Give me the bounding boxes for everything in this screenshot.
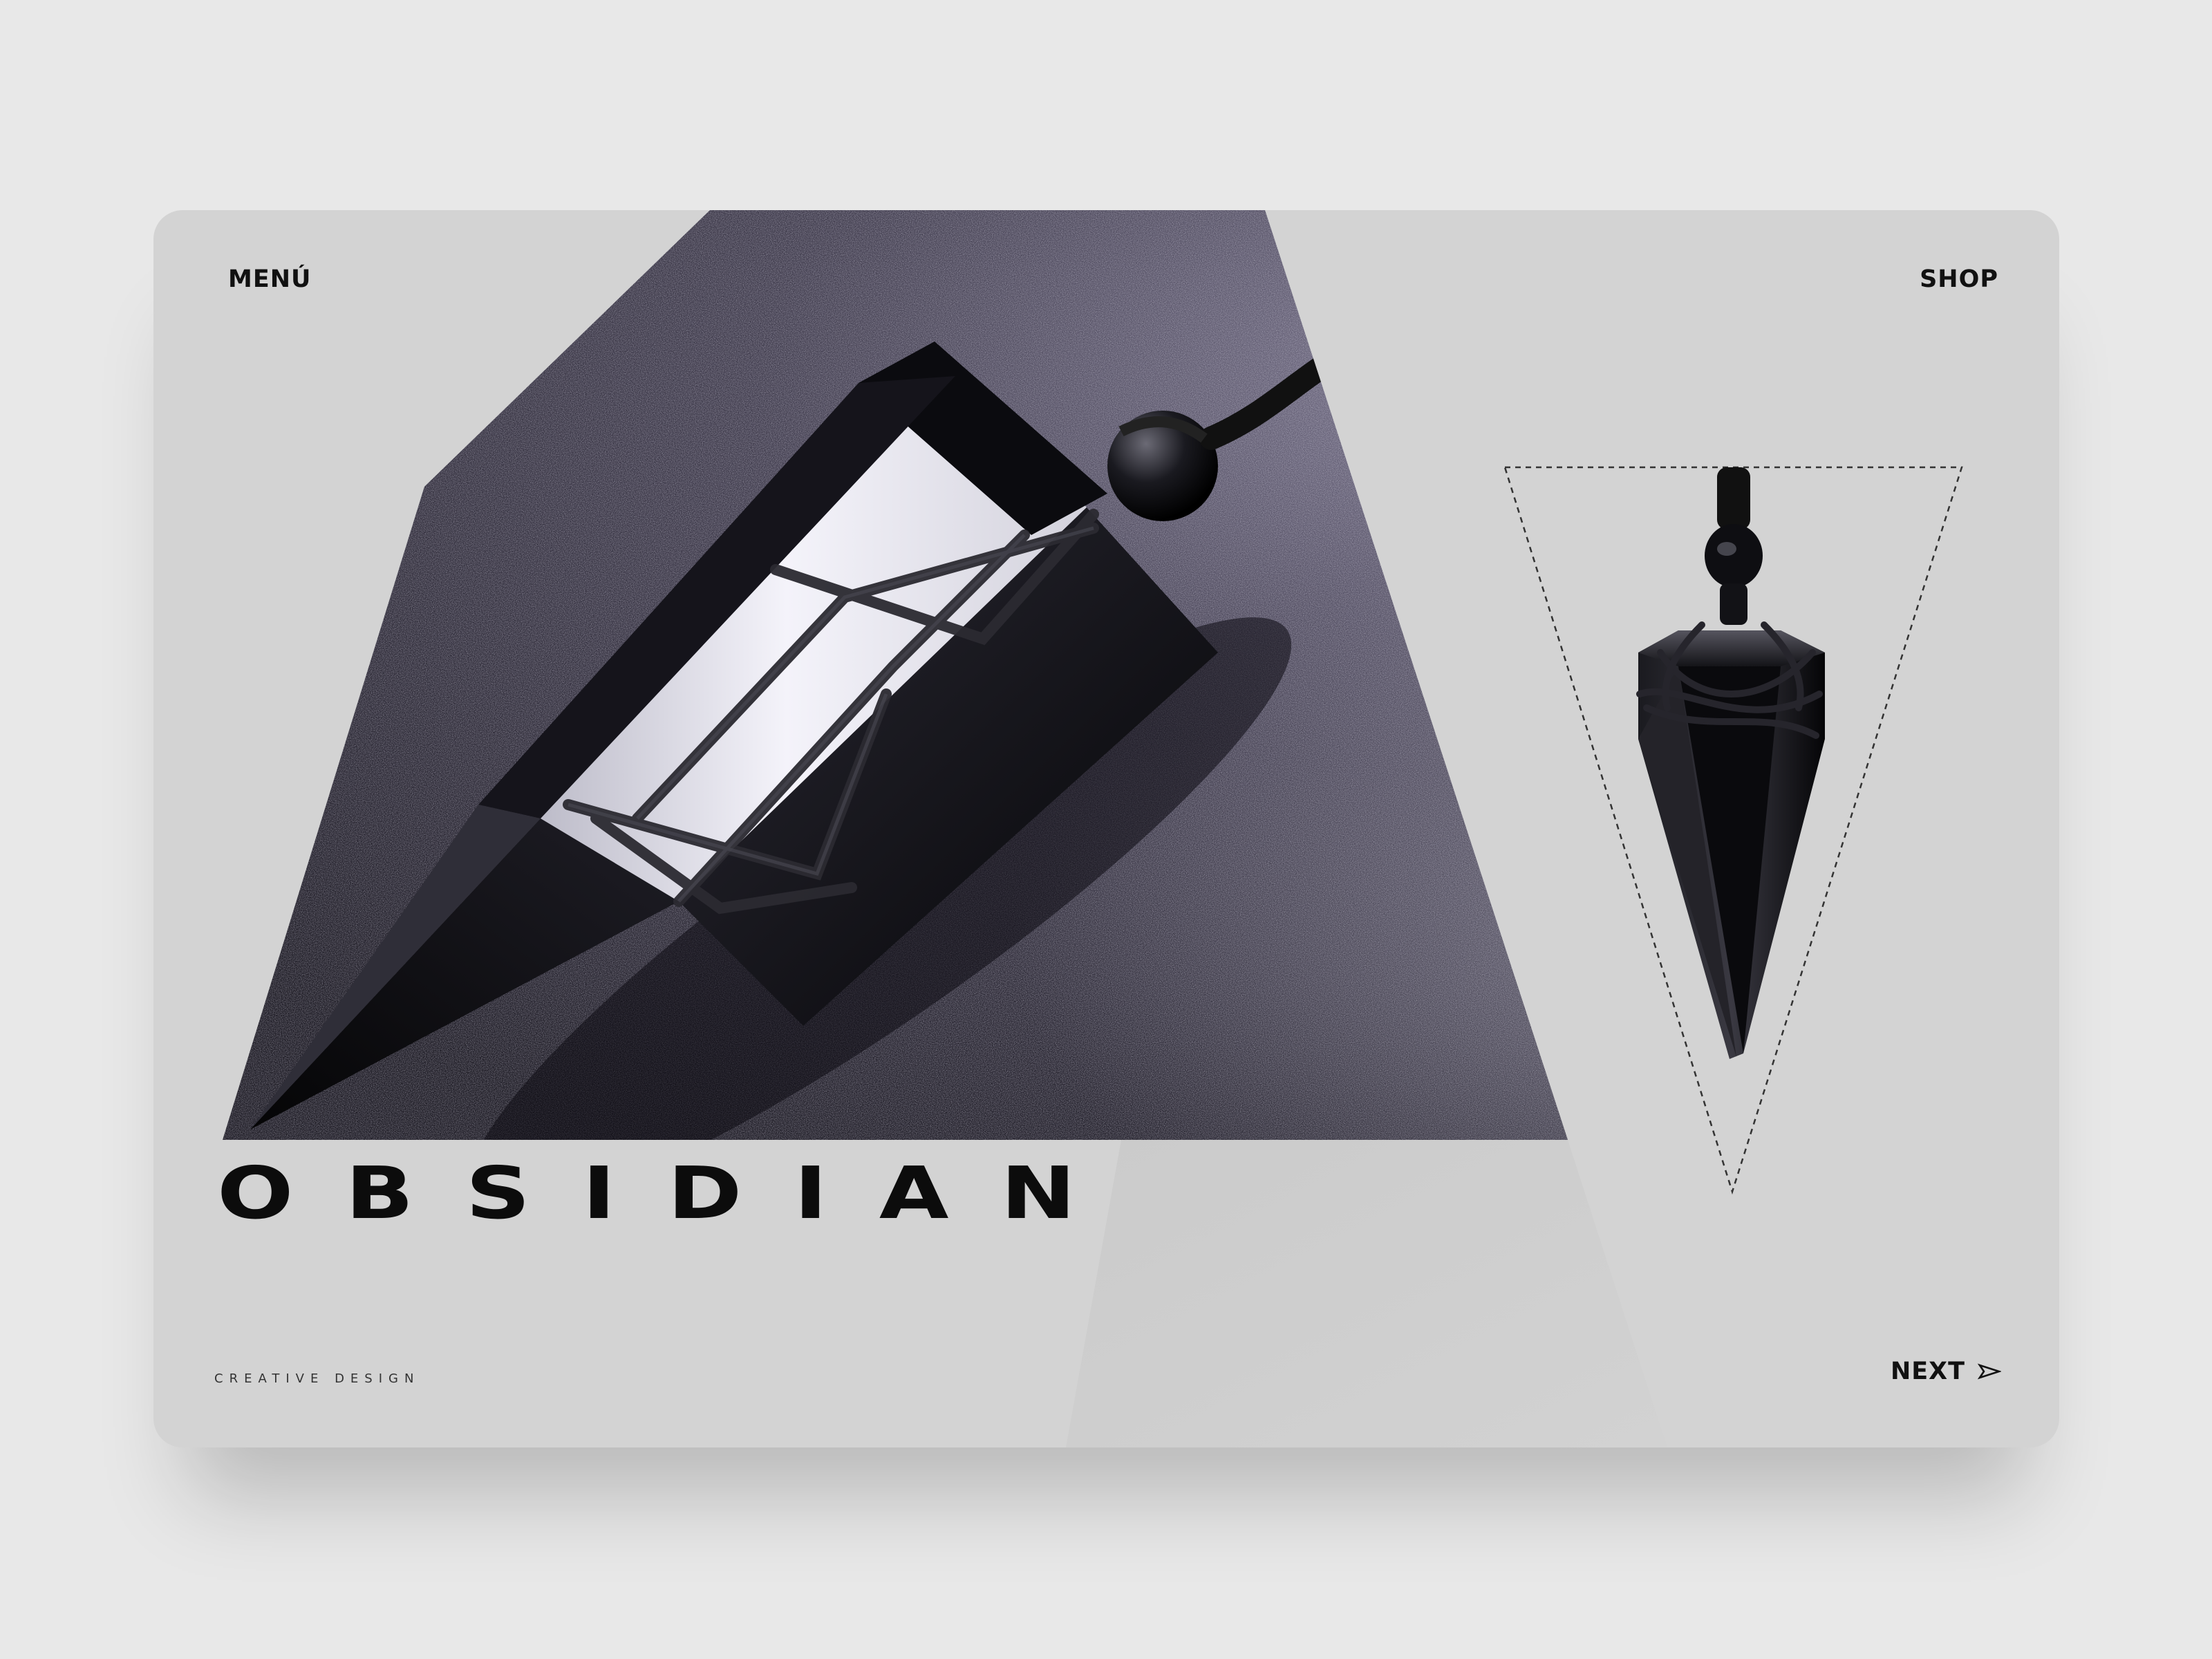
landing-card: MENÚ SHOP OBSIDIAN CREATIVE DESIGN NEXT: [153, 210, 2059, 1447]
arrow-right-outline-icon: [1978, 1363, 2001, 1380]
menu-link[interactable]: MENÚ: [228, 265, 311, 293]
product-title: OBSIDIAN: [217, 1151, 1128, 1235]
product-thumbnail[interactable]: [153, 210, 2059, 1447]
tagline: CREATIVE DESIGN: [214, 1371, 420, 1386]
next-label: NEXT: [1890, 1358, 1965, 1385]
shop-link[interactable]: SHOP: [1920, 265, 1998, 293]
next-button[interactable]: NEXT: [1891, 1358, 2001, 1385]
